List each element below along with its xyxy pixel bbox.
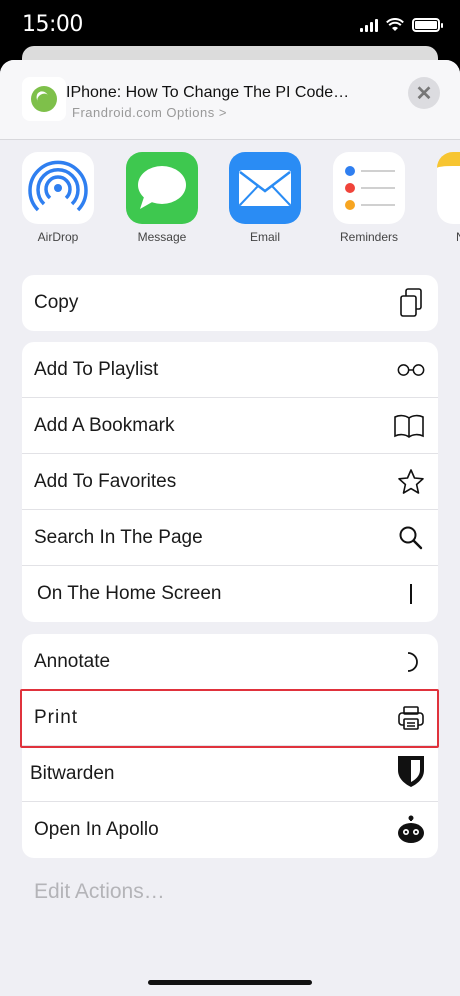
app-label: N bbox=[428, 230, 460, 244]
status-icons bbox=[360, 18, 443, 32]
action-label: Open In Apollo bbox=[34, 819, 159, 840]
share-sheet: IPhone: How To Change The PI Code… Frand… bbox=[0, 60, 460, 996]
app-airdrop[interactable]: AirDrop bbox=[13, 152, 103, 244]
print-highlight-box bbox=[20, 689, 439, 748]
share-header: IPhone: How To Change The PI Code… Frand… bbox=[0, 60, 460, 140]
app-label: Reminders bbox=[339, 230, 399, 244]
copy-group: Copy bbox=[22, 275, 438, 331]
shield-icon bbox=[396, 756, 426, 787]
star-icon bbox=[396, 468, 426, 496]
glasses-icon bbox=[396, 356, 426, 384]
book-icon bbox=[394, 412, 424, 440]
page-title: IPhone: How To Change The PI Code… bbox=[66, 84, 350, 101]
actions-group-1: Add To Playlist Add A Bookmark Add To Fa… bbox=[22, 342, 438, 622]
action-bitwarden[interactable]: Bitwarden bbox=[22, 746, 438, 802]
copy-icon bbox=[396, 288, 426, 317]
close-button[interactable]: ✕ bbox=[408, 77, 440, 109]
action-label: On The Home Screen bbox=[37, 583, 222, 604]
action-label: Search In The Page bbox=[34, 527, 203, 548]
action-add-to-favorites[interactable]: Add To Favorites bbox=[22, 454, 438, 510]
app-messages[interactable]: Message bbox=[117, 152, 207, 244]
action-label: Add To Playlist bbox=[34, 359, 159, 380]
action-search-in-page[interactable]: Search In The Page bbox=[22, 510, 438, 566]
battery-icon bbox=[412, 18, 443, 32]
close-icon: ✕ bbox=[415, 82, 433, 105]
action-add-bookmark[interactable]: Add A Bookmark bbox=[22, 398, 438, 454]
status-time: 15:00 bbox=[22, 12, 83, 37]
action-label: Bitwarden bbox=[30, 763, 115, 784]
app-reminders[interactable]: Reminders bbox=[324, 152, 414, 244]
app-label: Message bbox=[137, 230, 187, 244]
search-icon bbox=[396, 524, 426, 552]
home-indicator[interactable] bbox=[148, 980, 312, 985]
action-label: Add To Favorites bbox=[34, 471, 177, 492]
wifi-icon bbox=[386, 18, 404, 31]
site-thumbnail bbox=[22, 77, 66, 121]
cellular-signal-icon bbox=[360, 18, 378, 32]
add-square-icon bbox=[396, 580, 426, 608]
frandroid-logo-icon bbox=[31, 86, 57, 112]
action-label: Copy bbox=[34, 292, 79, 313]
robot-icon bbox=[396, 815, 426, 844]
action-open-in-apollo[interactable]: Open In Apollo bbox=[22, 802, 438, 858]
action-add-to-home-screen[interactable]: On The Home Screen bbox=[22, 566, 438, 622]
action-label: Annotate bbox=[34, 651, 111, 672]
notes-icon bbox=[437, 152, 460, 224]
reminders-icon bbox=[333, 152, 405, 224]
action-label: Add A Bookmark bbox=[34, 415, 175, 436]
app-label: Email bbox=[249, 230, 280, 244]
action-annotate[interactable]: Annotate bbox=[22, 634, 438, 690]
app-notes[interactable]: N bbox=[428, 152, 460, 244]
app-row: AirDrop Message Email Reminders bbox=[0, 140, 460, 250]
options-link[interactable]: Frandroid.com Options > bbox=[72, 105, 227, 120]
mail-icon bbox=[229, 152, 301, 224]
markup-icon bbox=[396, 648, 426, 676]
app-email[interactable]: Email bbox=[220, 152, 310, 244]
airdrop-icon bbox=[22, 152, 94, 224]
edit-actions-button[interactable]: Edit Actions… bbox=[34, 880, 165, 904]
action-add-to-playlist[interactable]: Add To Playlist bbox=[22, 342, 438, 398]
app-label: AirDrop bbox=[37, 230, 79, 244]
messages-icon bbox=[126, 152, 198, 224]
action-copy[interactable]: Copy bbox=[22, 275, 438, 331]
